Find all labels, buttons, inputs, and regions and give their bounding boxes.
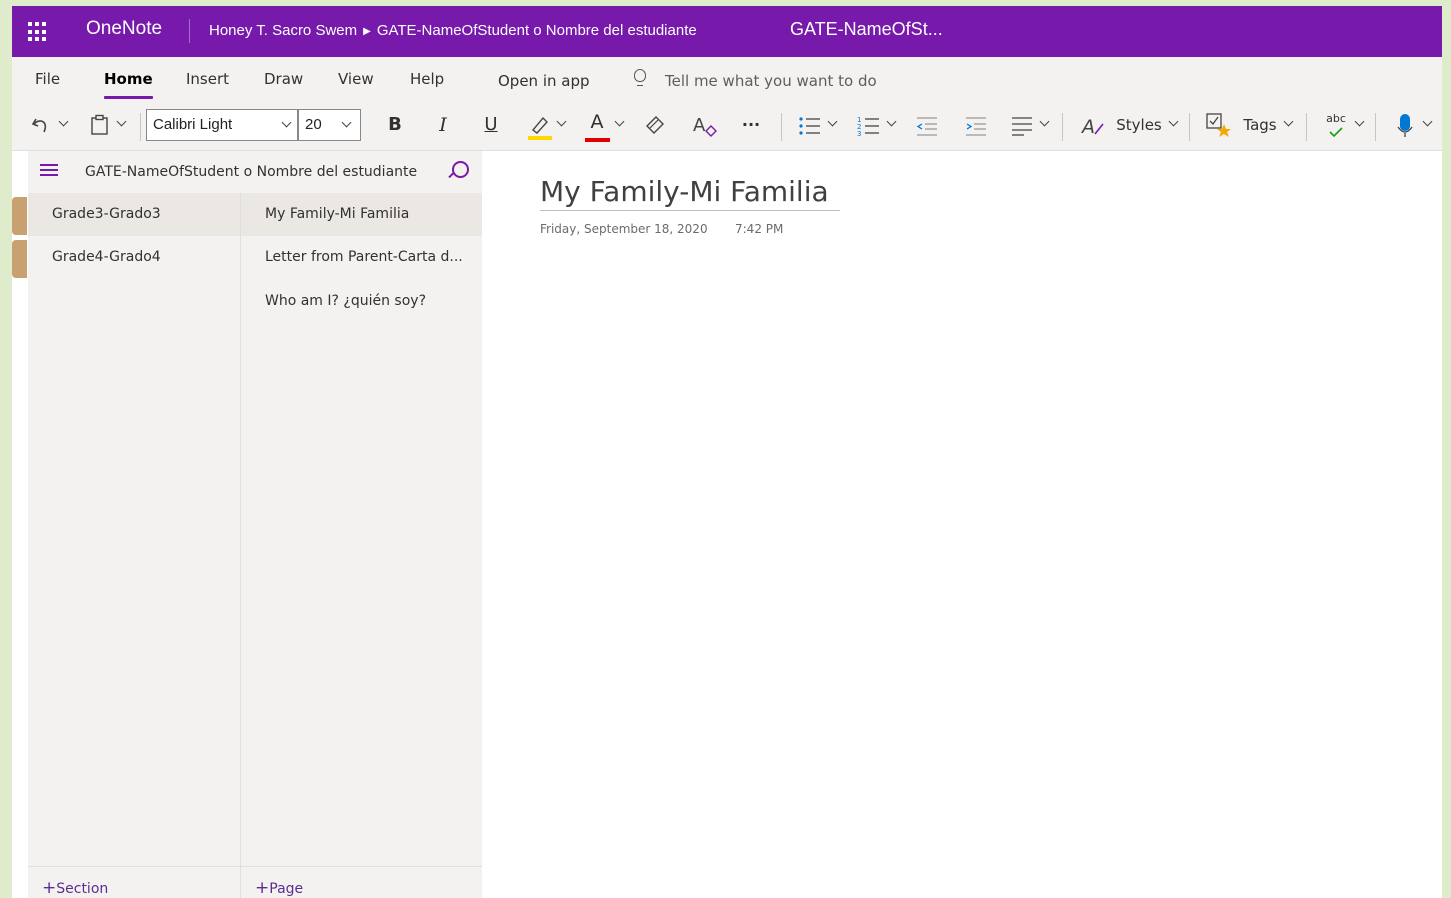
open-in-app-button[interactable]: Open in app: [498, 72, 590, 90]
page-item-who-am-i[interactable]: Who am I? ¿quién soy?: [241, 280, 482, 323]
numbering-icon[interactable]: 1 2 3: [857, 115, 881, 137]
font-size-value: 20: [305, 116, 322, 133]
page-item-my-family[interactable]: My Family-Mi Familia: [241, 193, 482, 236]
paste-chevron-down-icon[interactable]: [116, 116, 127, 127]
tags-button[interactable]: Tags: [1242, 112, 1278, 138]
add-section-button[interactable]: +Section: [42, 878, 108, 898]
add-page-button[interactable]: +Page: [255, 878, 303, 898]
menu-view[interactable]: View: [338, 70, 374, 88]
section-label: Grade4-Grado4: [52, 249, 161, 265]
pages-pane: My Family-Mi Familia Letter from Parent-…: [241, 193, 482, 898]
size-chevron-down-icon: [341, 117, 352, 128]
page-label: Letter from Parent-Carta d...: [265, 249, 463, 265]
spelling-chevron-down-icon[interactable]: [1354, 116, 1365, 127]
ribbon-divider: [781, 113, 782, 141]
ribbon-divider: [1189, 113, 1190, 141]
microphone-icon[interactable]: [1396, 113, 1414, 139]
ribbon-toolbar: Calibri Light 20 B I U A A ··· 1 2 3 A S…: [12, 101, 1442, 151]
bold-button[interactable]: B: [386, 112, 404, 138]
undo-icon[interactable]: [30, 115, 52, 137]
app-name[interactable]: OneNote: [86, 18, 162, 40]
page-date: Friday, September 18, 2020: [540, 222, 708, 236]
svg-text:A: A: [1081, 116, 1095, 138]
font-name-select[interactable]: Calibri Light: [146, 109, 298, 141]
font-size-select[interactable]: 20: [298, 109, 361, 141]
sections-footer-divider: [28, 866, 240, 867]
menu-draw[interactable]: Draw: [264, 70, 303, 88]
page-label: My Family-Mi Familia: [265, 206, 410, 222]
decrease-indent-icon[interactable]: [915, 115, 939, 137]
tags-chevron-down-icon[interactable]: [1283, 116, 1294, 127]
menu-bar: File Home Insert Draw View Help Open in …: [12, 57, 1442, 101]
numbering-chevron-down-icon[interactable]: [886, 116, 897, 127]
section-item-grade4[interactable]: Grade4-Grado4: [28, 236, 240, 279]
notebook-header: GATE-NameOfStudent o Nombre del estudian…: [28, 151, 482, 193]
font-chevron-down-icon: [281, 117, 292, 128]
increase-indent-icon[interactable]: [964, 115, 988, 137]
hamburger-menu-icon[interactable]: [40, 164, 58, 176]
dictate-chevron-down-icon[interactable]: [1422, 116, 1433, 127]
title-bar: OneNote Honey T. Sacro Swem ▶ GATE-NameOfS…: [12, 6, 1442, 57]
svg-text:A: A: [693, 115, 706, 136]
sections-pane: Grade3-Grado3 Grade4-Grado4 +Section: [28, 193, 241, 898]
ribbon-divider: [1062, 113, 1063, 141]
italic-button[interactable]: I: [434, 112, 452, 138]
clear-formatting-icon[interactable]: A: [692, 113, 718, 139]
styles-icon[interactable]: A: [1081, 114, 1105, 138]
add-page-label: Page: [269, 881, 304, 897]
pages-footer-divider: [241, 866, 482, 867]
bullets-chevron-down-icon[interactable]: [827, 116, 838, 127]
title-divider: [189, 19, 190, 43]
notebook-title: GATE-NameOfSt...: [790, 19, 943, 39]
section-color-tab: [12, 197, 27, 235]
undo-chevron-down-icon[interactable]: [58, 116, 69, 127]
align-chevron-down-icon[interactable]: [1039, 116, 1050, 127]
breadcrumb-notebook[interactable]: GATE-NameOfStudent o Nombre del estudian…: [377, 22, 697, 39]
styles-chevron-down-icon[interactable]: [1168, 116, 1179, 127]
align-icon[interactable]: [1010, 115, 1034, 137]
page-item-letter-from-parent[interactable]: Letter from Parent-Carta d...: [241, 236, 482, 279]
underline-button[interactable]: U: [482, 112, 500, 138]
ribbon-divider: [1375, 113, 1376, 141]
font-color-button[interactable]: A: [587, 109, 607, 135]
ribbon-divider: [1306, 113, 1307, 141]
tell-me-input[interactable]: Tell me what you want to do: [665, 72, 877, 90]
bullets-icon[interactable]: [798, 115, 822, 137]
more-options-button[interactable]: ···: [738, 112, 764, 138]
menu-home[interactable]: Home: [104, 70, 153, 99]
page-title[interactable]: My Family-Mi Familia: [540, 175, 840, 211]
breadcrumb: Honey T. Sacro Swem ▶ GATE-NameOfStudent o…: [209, 22, 697, 39]
menu-help[interactable]: Help: [410, 70, 444, 88]
lightbulb-icon: [634, 69, 646, 86]
section-item-grade3[interactable]: Grade3-Grado3: [28, 193, 240, 236]
plus-icon: +: [255, 878, 270, 898]
add-section-label: Section: [56, 881, 109, 897]
spelling-check-icon[interactable]: [1328, 127, 1344, 139]
highlight-chevron-down-icon[interactable]: [556, 116, 567, 127]
font-name-value: Calibri Light: [153, 116, 233, 133]
section-label: Grade3-Grado3: [52, 206, 161, 222]
svg-text:3: 3: [857, 130, 861, 137]
notebook-name[interactable]: GATE-NameOfStudent o Nombre del estudian…: [85, 164, 417, 180]
page-time: 7:42 PM: [735, 222, 784, 236]
plus-icon: +: [42, 878, 57, 898]
clipboard-icon[interactable]: [90, 114, 110, 136]
breadcrumb-owner[interactable]: Honey T. Sacro Swem: [209, 22, 357, 39]
onenote-window: OneNote Honey T. Sacro Swem ▶ GATE-NameOfS…: [12, 6, 1442, 898]
page-label: Who am I? ¿quién soy?: [265, 293, 426, 309]
font-color-swatch: [585, 138, 610, 142]
search-icon[interactable]: [452, 161, 469, 178]
menu-insert[interactable]: Insert: [186, 70, 229, 88]
highlighter-icon[interactable]: [527, 113, 553, 141]
format-painter-icon[interactable]: [644, 114, 666, 136]
section-color-tab: [12, 240, 27, 278]
breadcrumb-chevron-icon: ▶: [363, 26, 371, 37]
menu-file[interactable]: File: [35, 70, 60, 88]
font-color-chevron-down-icon[interactable]: [614, 116, 625, 127]
app-launcher-icon[interactable]: [28, 22, 48, 42]
ribbon-divider: [140, 113, 141, 141]
styles-button[interactable]: Styles: [1116, 112, 1162, 138]
tags-icon[interactable]: [1205, 112, 1233, 138]
